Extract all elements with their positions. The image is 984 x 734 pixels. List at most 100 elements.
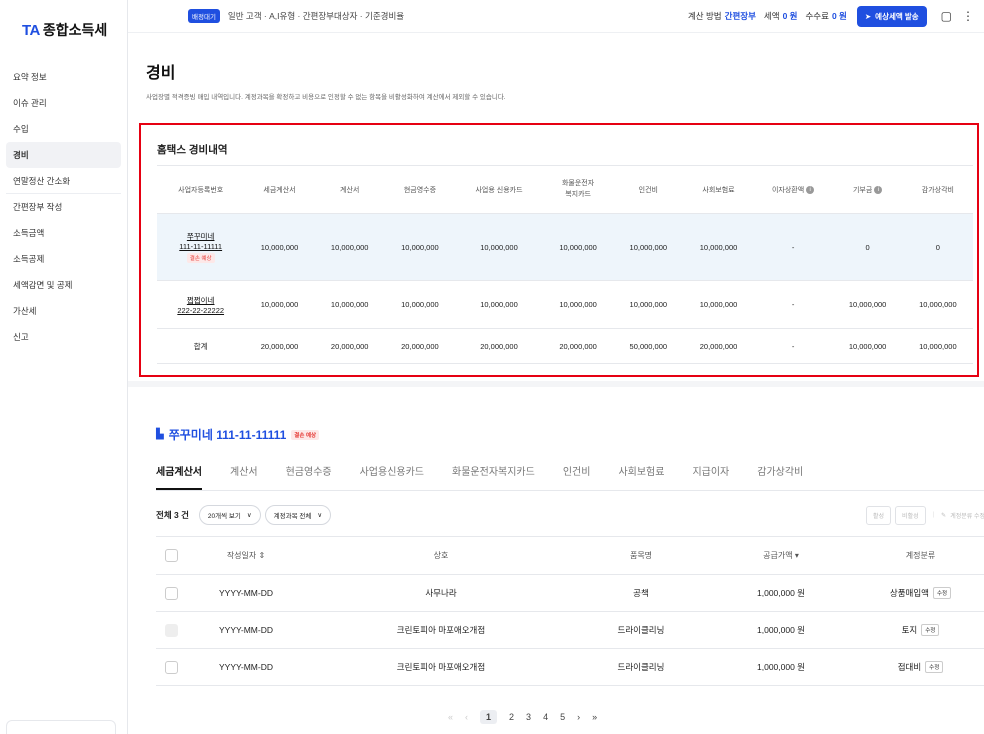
- cell-value: 10,000,000: [832, 280, 903, 329]
- sidebar-item-issues[interactable]: 이슈 관리: [6, 90, 121, 116]
- cell-value: 10,000,000: [314, 280, 385, 329]
- info-icon[interactable]: i: [874, 185, 883, 194]
- business-name-link[interactable]: 쩝쩝이네: [157, 295, 244, 306]
- col-item: 품목명: [576, 536, 706, 575]
- row-amount: 1,000,000 원: [706, 648, 856, 686]
- separator: |: [932, 512, 935, 518]
- cell-value: 20,000,000: [314, 328, 385, 364]
- edit-account-button[interactable]: 수정: [925, 661, 944, 674]
- account-filter-select[interactable]: 계정과목 전체 ∨: [264, 505, 332, 525]
- summary-table: 사업자등록번호 세금계산서 계산서 현금영수증 사업용 신용카드 화물운전자 복…: [157, 165, 973, 364]
- page-5[interactable]: 5: [560, 712, 565, 722]
- page-header: 경비 사업장별 적격증빙 매입 내역입니다. 계정과목을 확정하고 비용으로 인…: [128, 59, 984, 101]
- col-interest-label: 이자상환액: [771, 186, 805, 194]
- edit-account-button[interactable]: 계정분류 수정: [950, 511, 984, 520]
- col-cash-receipt: 현금영수증: [384, 165, 456, 214]
- row-amount: 1,000,000 원: [706, 574, 856, 612]
- page-2[interactable]: 2: [509, 712, 514, 722]
- sidebar-item-income[interactable]: 수입: [6, 116, 121, 142]
- sidebar-nav: 요약 정보 이슈 관리 수입 경비 연말정산 간소화 간편장부 작성 소득금액 …: [0, 64, 127, 350]
- fee-value: 0 원: [831, 11, 847, 21]
- select-all-checkbox[interactable]: [164, 549, 178, 562]
- total-label: 합계: [157, 328, 245, 364]
- sidebar-item-tax-credits[interactable]: 세액감면 및 공제: [6, 272, 121, 298]
- sidebar-item-income-amount[interactable]: 소득금액: [6, 220, 121, 246]
- per-page-select[interactable]: 20개씩 보기 ∨: [198, 505, 261, 525]
- next-page-icon[interactable]: ›: [577, 712, 580, 722]
- row-vendor: 사무나라: [306, 574, 576, 612]
- tab-labor[interactable]: 인건비: [563, 463, 591, 490]
- cell-value: 0: [902, 213, 973, 281]
- chevron-down-icon: ∨: [317, 512, 323, 519]
- tab-freight-card[interactable]: 화물운전자복지카드: [452, 463, 535, 490]
- deactivate-button[interactable]: 비활성: [895, 505, 926, 525]
- business-number-link[interactable]: 111-11-11111: [157, 242, 244, 251]
- cell-value: 10,000,000: [455, 213, 543, 281]
- detail-title: 쭈꾸미네 111-11-11111: [168, 428, 287, 442]
- per-page-value: 20개씩 보기: [207, 513, 241, 520]
- page-4[interactable]: 4: [543, 712, 548, 722]
- tab-insurance[interactable]: 사회보험료: [618, 463, 664, 490]
- summary-row: 쭈꾸미네 111-11-11111 결손 예상 10,000,000 10,00…: [157, 213, 973, 281]
- memo-icon[interactable]: ▢: [941, 9, 952, 23]
- col-vendor: 상호: [306, 536, 576, 575]
- row-checkbox[interactable]: [164, 586, 178, 600]
- col-amount[interactable]: 공급가액 ▾: [706, 536, 856, 575]
- send-estimate-button[interactable]: ➤ 예상세액 발송: [856, 5, 927, 27]
- cell-value: 10,000,000: [613, 213, 684, 281]
- info-icon[interactable]: i: [806, 185, 815, 194]
- status-badge: 배정대기: [188, 9, 220, 23]
- row-checkbox[interactable]: [164, 623, 178, 637]
- chevron-down-icon: ∨: [246, 512, 252, 519]
- cell-value: -: [753, 328, 833, 364]
- tab-tax-invoice[interactable]: 세금계산서: [156, 463, 202, 490]
- sidebar-item-penalty[interactable]: 가산세: [6, 298, 121, 324]
- page-1[interactable]: 1: [480, 710, 498, 724]
- section-divider: [128, 381, 984, 387]
- page-3[interactable]: 3: [526, 712, 531, 722]
- prev-page-icon[interactable]: ‹: [465, 712, 468, 722]
- calc-method-value[interactable]: 간편장부: [725, 10, 756, 22]
- row-account-cell: 접대비 수정: [856, 648, 984, 686]
- loss-expected-badge: 결손 예상: [291, 429, 320, 440]
- sidebar-item-bookkeeping[interactable]: 간편장부 작성: [6, 194, 121, 220]
- tax-label: 세액: [763, 11, 780, 21]
- cell-value: 10,000,000: [384, 213, 456, 281]
- sidebar-item-filing[interactable]: 신고: [6, 324, 121, 350]
- edit-account-button[interactable]: 수정: [932, 587, 952, 600]
- tab-invoice[interactable]: 계산서: [230, 463, 258, 490]
- more-menu-icon[interactable]: ⋮: [962, 9, 974, 23]
- first-page-icon[interactable]: «: [448, 712, 453, 722]
- sidebar-item-expenses[interactable]: 경비: [6, 142, 121, 168]
- filter-bar: 전체 3 건 20개씩 보기 ∨ 계정과목 전체 ∨ 활성 비활성 | ✎ 계정…: [156, 505, 984, 525]
- col-account: 계정분류: [856, 536, 984, 575]
- row-checkbox[interactable]: [164, 660, 178, 674]
- last-page-icon[interactable]: »: [592, 712, 597, 722]
- business-cell: 쭈꾸미네 111-11-11111 결손 예상: [157, 213, 245, 281]
- sidebar-item-year-end[interactable]: 연말정산 간소화: [6, 168, 121, 194]
- row-vendor: 크린토피아 마포애오개점: [306, 611, 576, 649]
- row-item: 드라이클리닝: [576, 611, 706, 649]
- logo-name: 종합소득세: [42, 22, 108, 38]
- summary-title: 홈택스 경비내역: [157, 144, 228, 156]
- sidebar-item-summary[interactable]: 요약 정보: [6, 64, 121, 90]
- sidebar-item-deductions[interactable]: 소득공제: [6, 246, 121, 272]
- business-number-link[interactable]: 222-22-22222: [157, 306, 244, 315]
- col-date[interactable]: 작성일자 ⇕: [186, 536, 306, 575]
- activate-button[interactable]: 활성: [866, 505, 892, 525]
- business-name-link[interactable]: 쭈꾸미네: [157, 231, 244, 242]
- page-title: 경비: [146, 65, 176, 82]
- cell-value: 10,000,000: [542, 213, 614, 281]
- logo[interactable]: TA 종합소득세: [0, 0, 127, 44]
- cell-value: 10,000,000: [832, 328, 903, 364]
- cell-value: -: [753, 213, 833, 281]
- tax-value: 0 원: [782, 11, 798, 21]
- tab-business-card[interactable]: 사업용신용카드: [360, 463, 424, 490]
- edit-account-button[interactable]: 수정: [921, 624, 940, 637]
- send-estimate-label: 예상세액 발송: [875, 11, 919, 21]
- cell-value: 20,000,000: [455, 328, 543, 364]
- tab-cash-receipt[interactable]: 현금영수증: [286, 463, 332, 490]
- row-date: YYYY-MM-DD: [186, 611, 306, 649]
- tab-depreciation[interactable]: 감가상각비: [757, 463, 803, 490]
- tab-interest[interactable]: 지급이자: [692, 463, 729, 490]
